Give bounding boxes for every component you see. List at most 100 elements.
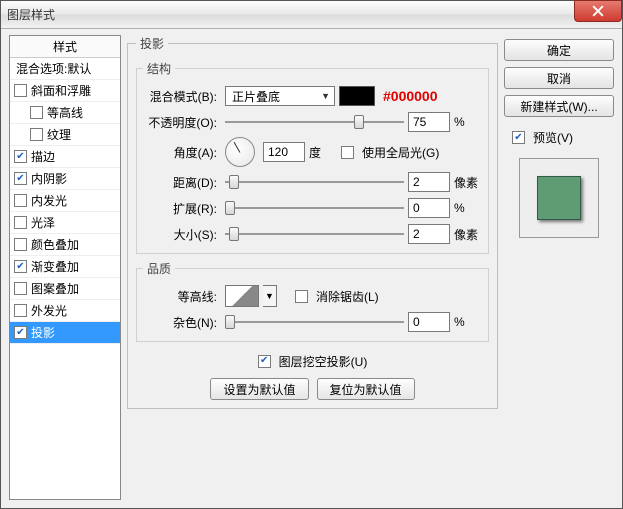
sidebar-item-bevel[interactable]: 斜面和浮雕 [10, 80, 120, 102]
styles-header: 样式 [10, 36, 120, 58]
blend-mode-select[interactable]: 正片叠底 ▼ [225, 86, 335, 106]
knockout-row: 图层挖空投影(U) [136, 348, 489, 374]
checkbox-icon[interactable] [14, 260, 27, 273]
opacity-label: 不透明度(O): [143, 114, 221, 131]
sidebar-item-inner-shadow[interactable]: 内阴影 [10, 168, 120, 190]
contour-dropdown[interactable]: ▼ [263, 285, 277, 307]
sidebar-item-satin[interactable]: 光泽 [10, 212, 120, 234]
window-title: 图层样式 [7, 6, 55, 23]
opacity-row: 不透明度(O): 75 % [143, 109, 482, 135]
noise-unit: % [454, 315, 482, 329]
close-icon [592, 5, 604, 17]
color-hex-label: #000000 [383, 88, 438, 104]
fieldset-title: 投影 [136, 35, 168, 52]
sidebar-item-label: 渐变叠加 [31, 258, 79, 275]
make-default-button[interactable]: 设置为默认值 [210, 378, 308, 400]
new-style-button[interactable]: 新建样式(W)... [504, 95, 614, 117]
contour-picker[interactable] [225, 285, 259, 307]
quality-title: 品质 [143, 260, 175, 277]
sidebar-item-label: 描边 [31, 148, 55, 165]
sidebar-item-label: 内发光 [31, 192, 67, 209]
drop-shadow-fieldset: 投影 结构 混合模式(B): 正片叠底 ▼ #000000 不透明度(O): [127, 35, 498, 409]
size-slider[interactable] [225, 225, 404, 243]
structure-group: 结构 混合模式(B): 正片叠底 ▼ #000000 不透明度(O): [136, 60, 489, 254]
angle-row: 角度(A): 120 度 使用全局光(G) [143, 135, 482, 169]
noise-label: 杂色(N): [143, 314, 221, 331]
opacity-unit: % [454, 115, 482, 129]
sidebar-item-stroke[interactable]: 描边 [10, 146, 120, 168]
checkbox-icon[interactable] [14, 84, 27, 97]
distance-row: 距离(D): 2 像素 [143, 169, 482, 195]
checkbox-icon[interactable] [14, 304, 27, 317]
quality-group: 品质 等高线: ▼ 消除锯齿(L) 杂色(N): [136, 260, 489, 342]
antialias-label: 消除锯齿(L) [316, 288, 379, 305]
sidebar-item-label: 纹理 [47, 126, 71, 143]
size-input[interactable]: 2 [408, 224, 450, 244]
checkbox-icon[interactable] [14, 150, 27, 163]
sidebar-item-label: 颜色叠加 [31, 236, 79, 253]
sidebar-item-label: 等高线 [47, 104, 83, 121]
settings-panel: 投影 结构 混合模式(B): 正片叠底 ▼ #000000 不透明度(O): [127, 35, 498, 500]
close-button[interactable] [574, 0, 622, 22]
size-label: 大小(S): [143, 226, 221, 243]
angle-input[interactable]: 120 [263, 142, 305, 162]
checkbox-icon[interactable] [30, 106, 43, 119]
sidebar-item-label: 内阴影 [31, 170, 67, 187]
blend-mode-row: 混合模式(B): 正片叠底 ▼ #000000 [143, 83, 482, 109]
cancel-button[interactable]: 取消 [504, 67, 614, 89]
contour-label: 等高线: [143, 288, 221, 305]
sidebar-item-texture[interactable]: 纹理 [10, 124, 120, 146]
content-area: 样式 混合选项:默认 斜面和浮雕 等高线 纹理 描边 内阴影 [1, 29, 622, 508]
angle-unit: 度 [309, 144, 337, 161]
sidebar-item-color-overlay[interactable]: 颜色叠加 [10, 234, 120, 256]
checkbox-icon[interactable] [30, 128, 43, 141]
sidebar-item-contour[interactable]: 等高线 [10, 102, 120, 124]
titlebar: 图层样式 [1, 1, 622, 29]
color-swatch[interactable] [339, 86, 375, 106]
preview-label: 预览(V) [533, 129, 573, 146]
checkbox-icon[interactable] [14, 238, 27, 251]
noise-row: 杂色(N): 0 % [143, 309, 482, 335]
blend-options-row[interactable]: 混合选项:默认 [10, 58, 120, 80]
blend-mode-value: 正片叠底 [232, 88, 280, 105]
size-unit: 像素 [454, 226, 482, 243]
sidebar-item-outer-glow[interactable]: 外发光 [10, 300, 120, 322]
checkbox-icon[interactable] [14, 216, 27, 229]
default-buttons-row: 设置为默认值 复位为默认值 [136, 378, 489, 400]
preview-swatch [537, 176, 581, 220]
checkbox-icon[interactable] [14, 326, 27, 339]
preview-check-row: 预览(V) [504, 129, 614, 146]
chevron-down-icon: ▼ [321, 91, 330, 101]
checkbox-icon[interactable] [14, 194, 27, 207]
preview-checkbox[interactable] [512, 131, 525, 144]
sidebar-item-label: 投影 [31, 324, 55, 341]
reset-default-button[interactable]: 复位为默认值 [317, 378, 415, 400]
right-panel: 确定 取消 新建样式(W)... 预览(V) [504, 35, 614, 500]
distance-slider[interactable] [225, 173, 404, 191]
structure-title: 结构 [143, 60, 175, 77]
checkbox-icon[interactable] [14, 172, 27, 185]
angle-dial[interactable] [225, 137, 255, 167]
spread-input[interactable]: 0 [408, 198, 450, 218]
sidebar-item-inner-glow[interactable]: 内发光 [10, 190, 120, 212]
spread-row: 扩展(R): 0 % [143, 195, 482, 221]
noise-input[interactable]: 0 [408, 312, 450, 332]
global-light-checkbox[interactable] [341, 146, 354, 159]
sidebar-item-drop-shadow[interactable]: 投影 [10, 322, 120, 344]
sidebar-item-label: 外发光 [31, 302, 67, 319]
sidebar-item-pattern-overlay[interactable]: 图案叠加 [10, 278, 120, 300]
sidebar-item-gradient-overlay[interactable]: 渐变叠加 [10, 256, 120, 278]
opacity-slider[interactable] [225, 113, 404, 131]
distance-input[interactable]: 2 [408, 172, 450, 192]
sidebar-item-label: 斜面和浮雕 [31, 82, 91, 99]
checkbox-icon[interactable] [14, 282, 27, 295]
noise-slider[interactable] [225, 313, 404, 331]
knockout-checkbox[interactable] [258, 355, 271, 368]
sidebar-item-label: 光泽 [31, 214, 55, 231]
global-light-label: 使用全局光(G) [362, 144, 439, 161]
spread-slider[interactable] [225, 199, 404, 217]
antialias-checkbox[interactable] [295, 290, 308, 303]
opacity-input[interactable]: 75 [408, 112, 450, 132]
contour-row: 等高线: ▼ 消除锯齿(L) [143, 283, 482, 309]
ok-button[interactable]: 确定 [504, 39, 614, 61]
